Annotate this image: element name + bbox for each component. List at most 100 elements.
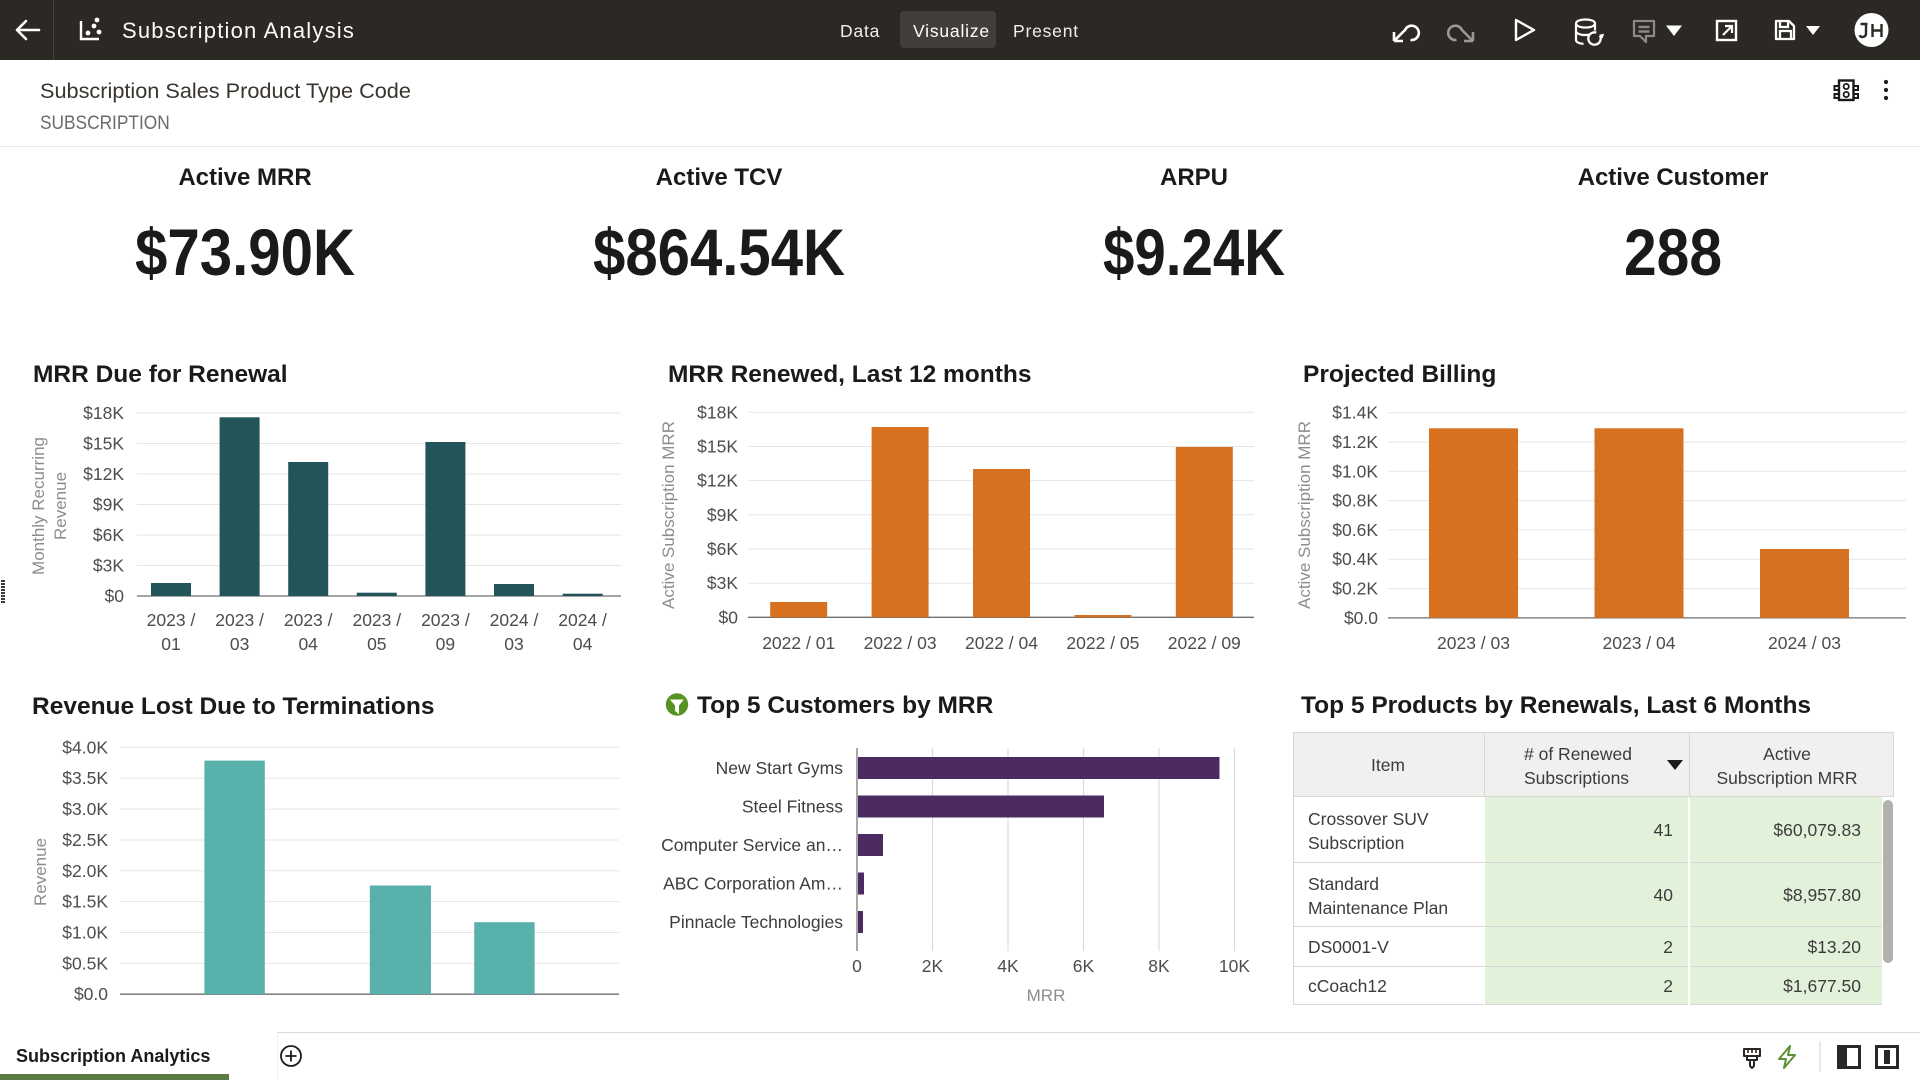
svg-text:2023 /: 2023 /	[147, 610, 196, 630]
svg-text:2023 /: 2023 /	[421, 610, 470, 630]
svg-text:$3.5K: $3.5K	[62, 768, 108, 788]
svg-text:$4.0K: $4.0K	[62, 737, 108, 757]
svg-text:$15K: $15K	[697, 437, 738, 457]
svg-text:Revenue: Revenue	[31, 838, 50, 906]
svg-text:01: 01	[161, 634, 180, 654]
svg-text:cCoach12: cCoach12	[1308, 976, 1387, 996]
svg-text:Subscriptions: Subscriptions	[1524, 768, 1629, 788]
svg-text:04: 04	[573, 634, 593, 654]
svg-text:Active: Active	[1763, 744, 1811, 764]
svg-text:$0: $0	[719, 607, 739, 627]
svg-text:Monthly Recurring: Monthly Recurring	[29, 437, 48, 575]
svg-text:$3.0K: $3.0K	[62, 799, 108, 819]
svg-text:$6K: $6K	[707, 539, 738, 559]
svg-text:$1.4K: $1.4K	[1332, 403, 1378, 423]
svg-text:MRR: MRR	[1027, 986, 1066, 1005]
svg-text:$2.0K: $2.0K	[62, 861, 108, 881]
svg-text:2022 / 04: 2022 / 04	[965, 633, 1038, 653]
svg-text:03: 03	[504, 634, 523, 654]
svg-text:2022 / 01: 2022 / 01	[762, 633, 835, 653]
svg-text:$0: $0	[105, 586, 125, 606]
svg-text:2024 / 03: 2024 / 03	[1768, 633, 1841, 653]
svg-text:$13.20: $13.20	[1807, 937, 1861, 957]
svg-text:$0.5K: $0.5K	[62, 953, 108, 973]
svg-text:$3K: $3K	[93, 556, 124, 576]
svg-text:$60,079.83: $60,079.83	[1773, 820, 1861, 840]
svg-text:2023 /: 2023 /	[352, 610, 401, 630]
svg-text:$3K: $3K	[707, 573, 738, 593]
svg-text:288: 288	[1624, 215, 1722, 289]
svg-text:Active Customer: Active Customer	[1578, 164, 1769, 191]
svg-text:$9K: $9K	[93, 495, 124, 515]
svg-text:Subscription Analysis: Subscription Analysis	[122, 18, 355, 43]
svg-text:$1.0K: $1.0K	[62, 923, 108, 943]
svg-text:$12K: $12K	[83, 464, 124, 484]
svg-text:$0.8K: $0.8K	[1332, 491, 1378, 511]
svg-text:Revenue Lost Due to Terminatio: Revenue Lost Due to Terminations	[32, 693, 435, 720]
svg-text:Active TCV: Active TCV	[656, 164, 783, 191]
svg-text:Maintenance Plan: Maintenance Plan	[1308, 898, 1448, 918]
svg-text:40: 40	[1654, 885, 1674, 905]
svg-text:4K: 4K	[997, 956, 1019, 976]
svg-text:Steel Fitness: Steel Fitness	[742, 797, 843, 817]
svg-text:09: 09	[436, 634, 455, 654]
svg-text:$9.24K: $9.24K	[1103, 215, 1285, 289]
svg-text:6K: 6K	[1073, 956, 1095, 976]
svg-text:$0.4K: $0.4K	[1332, 549, 1378, 569]
svg-text:2022 / 05: 2022 / 05	[1066, 633, 1139, 653]
svg-text:Crossover SUV: Crossover SUV	[1308, 809, 1429, 829]
svg-text:# of Renewed: # of Renewed	[1524, 744, 1632, 764]
svg-text:MRR Renewed, Last 12 months: MRR Renewed, Last 12 months	[668, 361, 1031, 388]
svg-text:2023 / 04: 2023 / 04	[1603, 633, 1676, 653]
svg-text:$9K: $9K	[707, 505, 738, 525]
svg-text:Subscription: Subscription	[1308, 833, 1404, 853]
svg-text:41: 41	[1654, 820, 1673, 840]
svg-text:$1.2K: $1.2K	[1332, 432, 1378, 452]
svg-text:ARPU: ARPU	[1160, 164, 1228, 191]
svg-text:2023 /: 2023 /	[215, 610, 264, 630]
svg-text:New Start Gyms: New Start Gyms	[716, 758, 844, 778]
svg-text:$2.5K: $2.5K	[62, 830, 108, 850]
svg-text:$0.6K: $0.6K	[1332, 520, 1378, 540]
svg-text:0: 0	[852, 956, 862, 976]
svg-text:03: 03	[230, 634, 249, 654]
svg-text:ABC Corporation Am…: ABC Corporation Am…	[663, 874, 843, 894]
svg-text:2024 /: 2024 /	[558, 610, 607, 630]
svg-text:2023 / 03: 2023 / 03	[1437, 633, 1510, 653]
svg-text:Computer Service an…: Computer Service an…	[661, 835, 843, 855]
svg-text:2K: 2K	[922, 956, 944, 976]
svg-text:Projected Billing: Projected Billing	[1303, 361, 1496, 388]
svg-text:2024 /: 2024 /	[490, 610, 539, 630]
svg-text:$0.2K: $0.2K	[1332, 579, 1378, 599]
svg-text:2: 2	[1663, 937, 1673, 957]
svg-text:2022 / 09: 2022 / 09	[1168, 633, 1241, 653]
svg-text:10K: 10K	[1219, 956, 1250, 976]
svg-text:2023 /: 2023 /	[284, 610, 333, 630]
svg-text:2: 2	[1663, 976, 1673, 996]
svg-text:$12K: $12K	[697, 471, 738, 491]
svg-text:$1.5K: $1.5K	[62, 892, 108, 912]
svg-text:DS0001-V: DS0001-V	[1308, 937, 1389, 957]
svg-text:$0.0: $0.0	[74, 984, 108, 1004]
svg-text:8K: 8K	[1148, 956, 1170, 976]
svg-text:$1.0K: $1.0K	[1332, 461, 1378, 481]
svg-text:$18K: $18K	[83, 403, 124, 423]
svg-text:05: 05	[367, 634, 386, 654]
svg-text:$18K: $18K	[697, 402, 738, 422]
svg-text:$1,677.50: $1,677.50	[1783, 976, 1861, 996]
svg-text:2022 / 03: 2022 / 03	[864, 633, 937, 653]
svg-text:$15K: $15K	[83, 434, 124, 454]
svg-text:Revenue: Revenue	[51, 472, 70, 540]
svg-text:MRR Due for Renewal: MRR Due for Renewal	[33, 361, 288, 388]
svg-text:$8,957.80: $8,957.80	[1783, 885, 1861, 905]
svg-text:Pinnacle Technologies: Pinnacle Technologies	[669, 912, 843, 932]
svg-text:Standard: Standard	[1308, 874, 1379, 894]
svg-text:04: 04	[298, 634, 318, 654]
svg-text:$6K: $6K	[93, 525, 124, 545]
svg-text:Active MRR: Active MRR	[178, 164, 311, 191]
svg-text:$0.0: $0.0	[1344, 608, 1378, 628]
svg-text:Item: Item	[1371, 755, 1405, 775]
svg-text:Active Subscription MRR: Active Subscription MRR	[659, 421, 678, 609]
svg-text:Active Subscription MRR: Active Subscription MRR	[1295, 421, 1314, 609]
svg-text:$73.90K: $73.90K	[135, 215, 355, 289]
